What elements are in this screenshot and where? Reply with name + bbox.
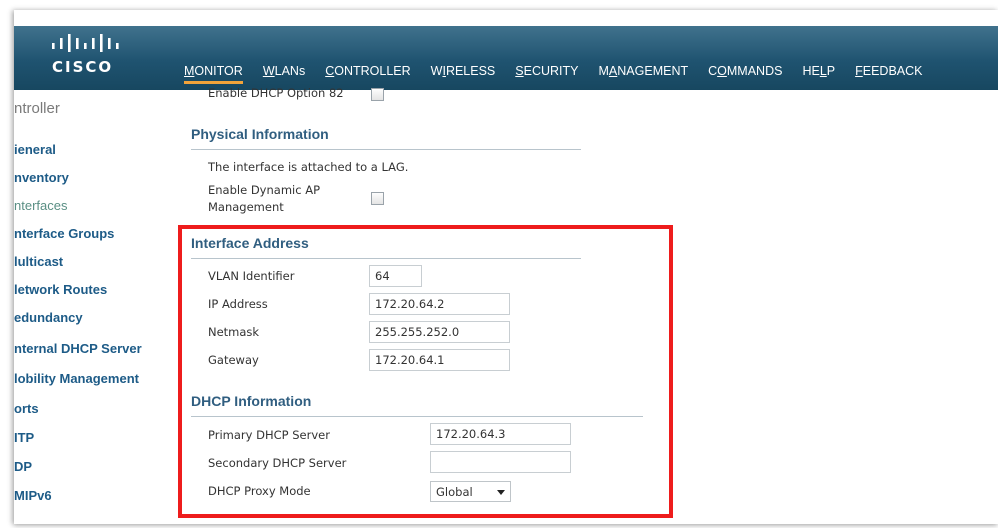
- red-highlight-box: [178, 225, 673, 518]
- lag-text: The interface is attached to a LAG.: [208, 160, 409, 174]
- dynamic-ap-label-line1: Enable Dynamic AP: [208, 183, 321, 197]
- dhcp-option82-checkbox[interactable]: [371, 88, 384, 101]
- main-content: Enable DHCP Option 82 Physical Informati…: [14, 10, 998, 524]
- dhcp-option82-label: Enable DHCP Option 82: [208, 86, 344, 100]
- physical-divider: [191, 149, 581, 150]
- dynamic-ap-label-line2: Management: [208, 200, 284, 214]
- physical-information-title: Physical Information: [191, 126, 329, 142]
- app-window: CISCO MONITOR WLANs CONTROLLER WIRELESS …: [14, 10, 998, 524]
- dynamic-ap-checkbox[interactable]: [371, 192, 384, 205]
